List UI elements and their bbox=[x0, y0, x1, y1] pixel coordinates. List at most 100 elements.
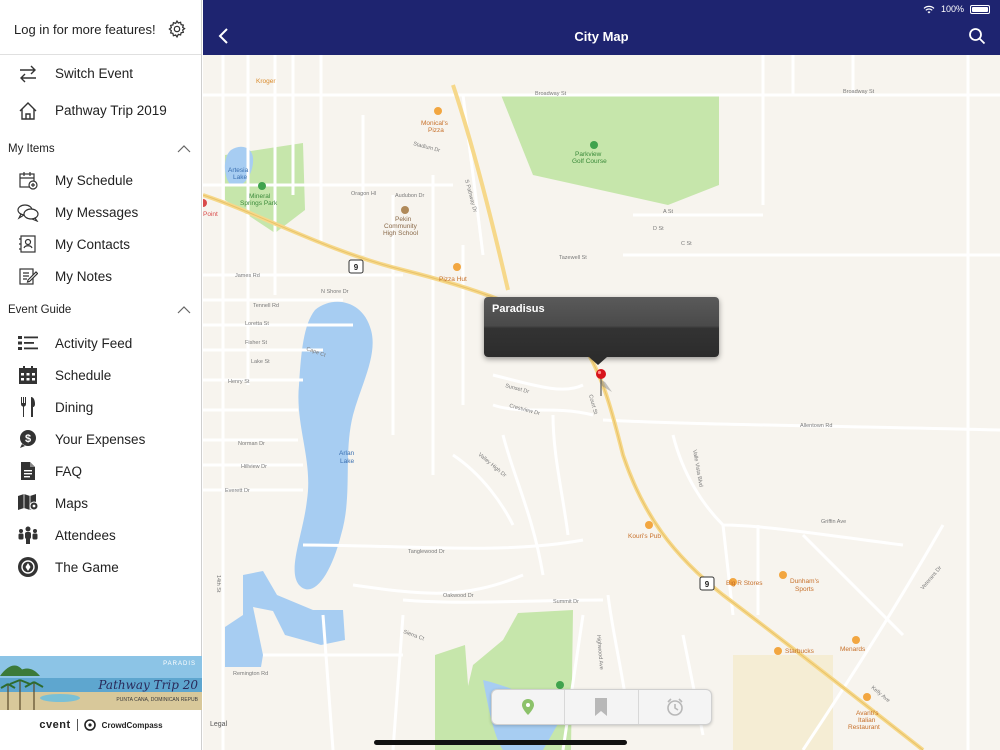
sidebar-item-dining[interactable]: Dining bbox=[0, 391, 201, 423]
poi-marker bbox=[258, 182, 266, 190]
poi-label: Restaurant bbox=[848, 724, 880, 731]
sidebar-item-maps[interactable]: Maps bbox=[0, 487, 201, 519]
home-icon bbox=[17, 100, 39, 122]
sidebar-item-label: The Game bbox=[55, 559, 119, 575]
fork-knife-icon bbox=[17, 396, 39, 418]
section-title: Event Guide bbox=[8, 304, 72, 316]
sidebar-item-label: My Contacts bbox=[55, 236, 131, 252]
street-label: Oakwood Dr bbox=[443, 593, 474, 599]
map-callout[interactable]: Paradisus bbox=[484, 297, 719, 365]
sidebar-item-the-game[interactable]: The Game bbox=[0, 551, 201, 583]
street-label: Tanglewood Dr bbox=[408, 549, 445, 555]
sidebar-item-label: My Messages bbox=[55, 204, 139, 220]
street-label: Broadway St bbox=[843, 89, 875, 95]
street-label: Audubon Dr bbox=[395, 193, 425, 199]
sidebar-footer: cvent CrowdCompass bbox=[0, 714, 202, 736]
street-label: Allentown Rd bbox=[800, 423, 832, 429]
banner-brand: PARADIS bbox=[163, 661, 196, 667]
poi-marker bbox=[453, 263, 461, 271]
crowdcompass-logo: CrowdCompass bbox=[101, 720, 163, 730]
street-label: D St bbox=[653, 226, 664, 232]
tool-locations[interactable] bbox=[492, 690, 566, 724]
sidebar-item-label: My Schedule bbox=[55, 172, 134, 188]
route-shield: 9 bbox=[699, 576, 715, 591]
section-my-items-header[interactable]: My Items bbox=[0, 134, 201, 164]
tool-recent[interactable] bbox=[639, 690, 711, 724]
sidebar-item-label: Schedule bbox=[55, 367, 112, 383]
city-map[interactable]: 9 9 Broadway St Broadway St Stadium Dr O… bbox=[203, 55, 1000, 750]
sidebar-item-attendees[interactable]: Attendees bbox=[0, 519, 201, 551]
chat-bubbles-icon bbox=[17, 201, 39, 223]
login-prompt[interactable]: Log in for more features! bbox=[14, 18, 167, 37]
sidebar-item-my-schedule[interactable]: My Schedule bbox=[0, 164, 201, 196]
street-label: Everett Dr bbox=[225, 488, 250, 494]
street-label: C St bbox=[681, 241, 692, 247]
chevron-up-icon[interactable] bbox=[177, 305, 191, 315]
sidebar-item-label: Dining bbox=[55, 399, 94, 415]
poi-label: Starbucks bbox=[785, 648, 815, 655]
list-icon bbox=[17, 332, 39, 354]
svg-text:$: $ bbox=[25, 433, 31, 445]
login-row[interactable]: Log in for more features! bbox=[0, 0, 201, 55]
app-root: Log in for more features! Switch Event P… bbox=[0, 0, 1000, 750]
poi-marker bbox=[863, 693, 871, 701]
poi-label: Golf Course bbox=[572, 158, 607, 165]
poi-label: Sports bbox=[795, 586, 815, 593]
banner-subtitle: PUNTA CANA, DOMINICAN REPUB bbox=[116, 697, 198, 703]
contact-card-icon bbox=[17, 233, 39, 255]
note-pencil-icon bbox=[17, 265, 39, 287]
calendar-add-icon bbox=[17, 169, 39, 191]
poi-marker bbox=[590, 141, 598, 149]
poi-label: Avanti's bbox=[856, 710, 879, 717]
section-event-guide-header[interactable]: Event Guide bbox=[0, 295, 201, 325]
poi-label: Kouri's Pub bbox=[628, 533, 661, 540]
callout-title[interactable]: Paradisus bbox=[492, 303, 545, 315]
map-canvas[interactable]: 9 9 Broadway St Broadway St Stadium Dr O… bbox=[203, 55, 1000, 750]
svg-text:9: 9 bbox=[354, 263, 359, 272]
sidebar-item-label: Activity Feed bbox=[55, 335, 133, 351]
poi-label: Community bbox=[384, 223, 418, 230]
bookmark-icon[interactable] bbox=[594, 697, 608, 717]
sidebar-item-my-notes[interactable]: My Notes bbox=[0, 260, 201, 292]
calendar-icon bbox=[17, 364, 39, 386]
poi-label: Parkview bbox=[575, 151, 602, 158]
sidebar-item-schedule[interactable]: Schedule bbox=[0, 359, 201, 391]
sidebar-item-label: Pathway Trip 2019 bbox=[55, 103, 167, 118]
sidebar-item-faq[interactable]: FAQ bbox=[0, 455, 201, 487]
sidebar-item-activity-feed[interactable]: Activity Feed bbox=[0, 327, 201, 359]
street-label: Griffin Ave bbox=[821, 519, 846, 525]
sidebar-item-my-messages[interactable]: My Messages bbox=[0, 196, 201, 228]
banner-title: Pathway Trip 20 bbox=[98, 678, 198, 692]
poi-label: Artesia bbox=[228, 167, 249, 174]
street-label: Tazewell St bbox=[559, 255, 587, 261]
search-icon[interactable] bbox=[968, 27, 986, 45]
sidebar-item-label: Switch Event bbox=[55, 66, 134, 81]
sidebar-item-event-home[interactable]: Pathway Trip 2019 bbox=[0, 92, 201, 129]
chevron-up-icon[interactable] bbox=[177, 144, 191, 154]
legal-link[interactable]: Legal bbox=[210, 721, 227, 728]
sidebar-item-switch-event[interactable]: Switch Event bbox=[0, 55, 201, 92]
location-pin-icon[interactable] bbox=[521, 698, 535, 716]
cvent-logo: cvent bbox=[39, 719, 71, 731]
poi-label: Big R Stores bbox=[726, 580, 763, 587]
clock-icon[interactable] bbox=[665, 697, 685, 717]
sidebar-item-your-expenses[interactable]: $ Your Expenses bbox=[0, 423, 201, 455]
street-label: Norman Dr bbox=[238, 441, 265, 447]
sidebar-item-label: Attendees bbox=[55, 527, 116, 543]
street-label: Loretta St bbox=[245, 321, 269, 327]
tool-bookmarks[interactable] bbox=[565, 690, 639, 724]
sidebar-item-my-contacts[interactable]: My Contacts bbox=[0, 228, 201, 260]
section-title: My Items bbox=[8, 143, 55, 155]
svg-text:9: 9 bbox=[705, 580, 710, 589]
gear-icon[interactable] bbox=[167, 19, 187, 39]
home-indicator[interactable] bbox=[374, 740, 627, 745]
event-banner[interactable]: PARADIS Pathway Trip 20 PUNTA CANA, DOMI… bbox=[0, 656, 202, 710]
poi-label: Monical's bbox=[421, 120, 449, 127]
street-label: A St bbox=[663, 209, 674, 215]
nav-header: 100% City Map bbox=[203, 0, 1000, 55]
map-toolbar bbox=[491, 689, 712, 725]
map-pin-icon[interactable] bbox=[594, 368, 614, 398]
route-shield: 9 bbox=[348, 259, 364, 274]
poi-label: Italian bbox=[858, 717, 876, 724]
street-label: Summit Dr bbox=[553, 599, 579, 605]
